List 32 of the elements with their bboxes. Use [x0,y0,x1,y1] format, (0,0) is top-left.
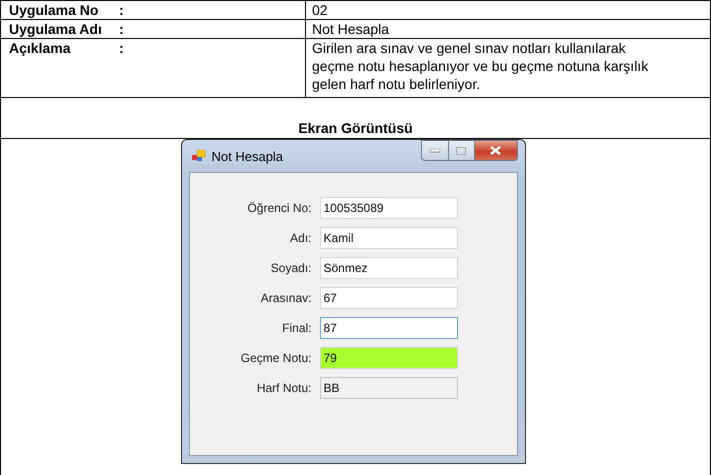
field-label: Harf Notu: [256,381,312,395]
row-value: 02 [312,2,328,18]
field-label: Soyadı: [270,261,312,275]
maximize-icon [456,146,466,154]
input-field[interactable]: 87 [320,317,458,339]
input-field[interactable]: Sönmez [320,257,458,279]
row-value: Girilen ara sınav ve genel sınav notları kullanılarak geçme notu hesaplanıyor ve bu geçme notuna karşılık gelen harf notu belirleniyor. [312,40,648,92]
field-label: Geçme Notu: [240,351,312,365]
colon: : [119,39,124,58]
window-title: Not Hesapla [212,148,284,164]
field-label: Final: [281,321,312,335]
field-label: Arasınav: [260,291,312,305]
app-icon [192,150,206,162]
input-field[interactable]: BB [320,377,458,399]
close-icon [490,146,501,155]
row-label: Uygulama No [9,1,100,19]
row-label: Açıklama [9,39,72,58]
input-field[interactable]: 67 [320,287,458,309]
field-label: Adı: [289,231,312,245]
minimize-button[interactable] [420,140,448,161]
row-label: Uygulama Adı [9,20,103,38]
close-button[interactable] [474,140,518,161]
input-field[interactable]: 79 [320,347,458,369]
maximize-button[interactable] [448,140,474,161]
section-heading: Ekran Görüntüsü [298,120,413,136]
input-field[interactable]: Kamil [320,227,458,249]
colon: : [119,1,124,19]
minimize-icon [430,148,440,152]
row-value: Not Hesapla [312,21,390,37]
colon: : [119,20,124,38]
field-label: Öğrenci No: [246,201,312,215]
input-field[interactable]: 100535089 [320,197,458,219]
